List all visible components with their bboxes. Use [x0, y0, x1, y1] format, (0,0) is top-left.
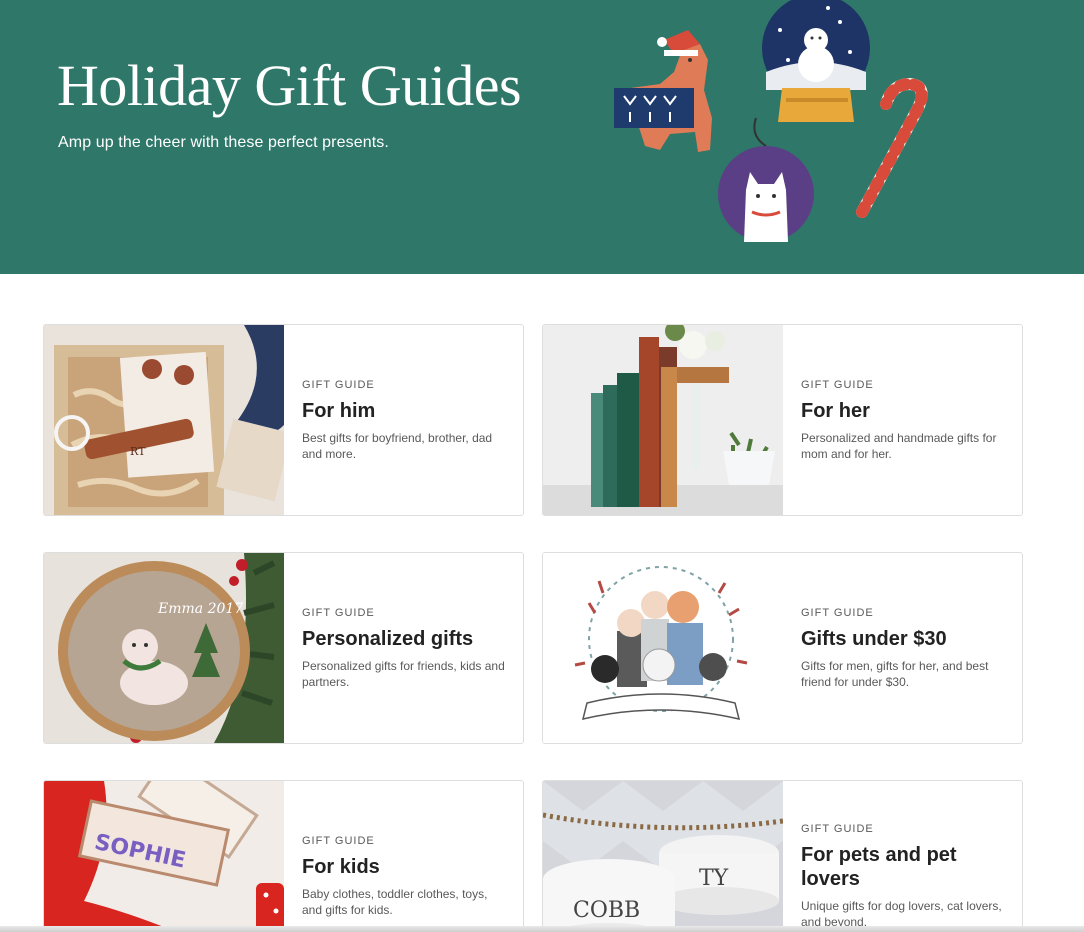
- card-title[interactable]: For kids: [302, 855, 507, 879]
- card-eyebrow: GIFT GUIDE: [801, 378, 874, 391]
- viewport-bottom-edge: [0, 926, 1084, 932]
- cobb-bowl-text: COBB: [573, 898, 640, 923]
- card-title[interactable]: For pets and pet lovers: [801, 843, 1006, 891]
- for-kids-image: SOPHIE: [44, 781, 284, 932]
- snow-globe-icon: [762, 0, 870, 122]
- for-pets-image: TY COBB: [543, 781, 783, 932]
- gift-guide-card-for-her[interactable]: GIFT GUIDE For her Personalized and hand…: [542, 324, 1023, 516]
- rt-engraving: RT: [130, 445, 146, 458]
- hero-banner: Holiday Gift Guides Amp up the cheer wit…: [0, 0, 1084, 274]
- card-eyebrow: GIFT GUIDE: [302, 378, 375, 391]
- for-her-image: [543, 325, 783, 515]
- gifts-under-30-image: [543, 553, 783, 743]
- page-subtitle: Amp up the cheer with these perfect pres…: [58, 134, 389, 151]
- llama-ornament-icon: [614, 30, 712, 152]
- card-description: Gifts for men, gifts for her, and best f…: [801, 658, 989, 689]
- card-eyebrow: GIFT GUIDE: [801, 606, 874, 619]
- card-title[interactable]: For him: [302, 399, 507, 423]
- personalized-gifts-image: Emma 2017: [44, 553, 284, 743]
- card-description: Best gifts for boyfriend, brother, dad a…: [302, 430, 493, 461]
- card-eyebrow: GIFT GUIDE: [302, 606, 375, 619]
- card-description: Baby clothes, toddler clothes, toys, and…: [302, 886, 488, 917]
- for-him-image: RT: [44, 325, 284, 515]
- holiday-ornaments-illustration: [614, 0, 928, 242]
- emma-2017-text: Emma 2017: [157, 601, 243, 617]
- card-title[interactable]: Personalized gifts: [302, 627, 507, 651]
- card-eyebrow: GIFT GUIDE: [801, 822, 874, 835]
- gift-guide-card-for-pets[interactable]: TY COBB GIFT GUIDE For pets and pet love…: [542, 780, 1023, 932]
- card-description: Personalized gifts for friends, kids and…: [302, 658, 505, 689]
- card-description: Unique gifts for dog lovers, cat lovers,…: [801, 898, 1002, 929]
- card-title[interactable]: For her: [801, 399, 1006, 423]
- page-title: Holiday Gift Guides: [57, 53, 522, 118]
- gift-guide-card-personalized-gifts[interactable]: Emma 2017 GIFT GUIDE Personalized gifts …: [43, 552, 524, 744]
- gift-guide-card-for-him[interactable]: RT GIFT GUIDE For him Best gifts for boy…: [43, 324, 524, 516]
- card-title[interactable]: Gifts under $30: [801, 627, 1006, 651]
- gift-guide-card-gifts-under-30[interactable]: GIFT GUIDE Gifts under $30 Gifts for men…: [542, 552, 1023, 744]
- gift-guide-card-for-kids[interactable]: SOPHIE GIFT GUIDE For kids Baby clothes,…: [43, 780, 524, 932]
- ty-bowl-text: TY: [699, 866, 729, 891]
- card-eyebrow: GIFT GUIDE: [302, 834, 375, 847]
- card-description: Personalized and handmade gifts for mom …: [801, 430, 997, 461]
- candy-cane-icon: [856, 77, 928, 218]
- cat-ornament-icon: [718, 117, 814, 242]
